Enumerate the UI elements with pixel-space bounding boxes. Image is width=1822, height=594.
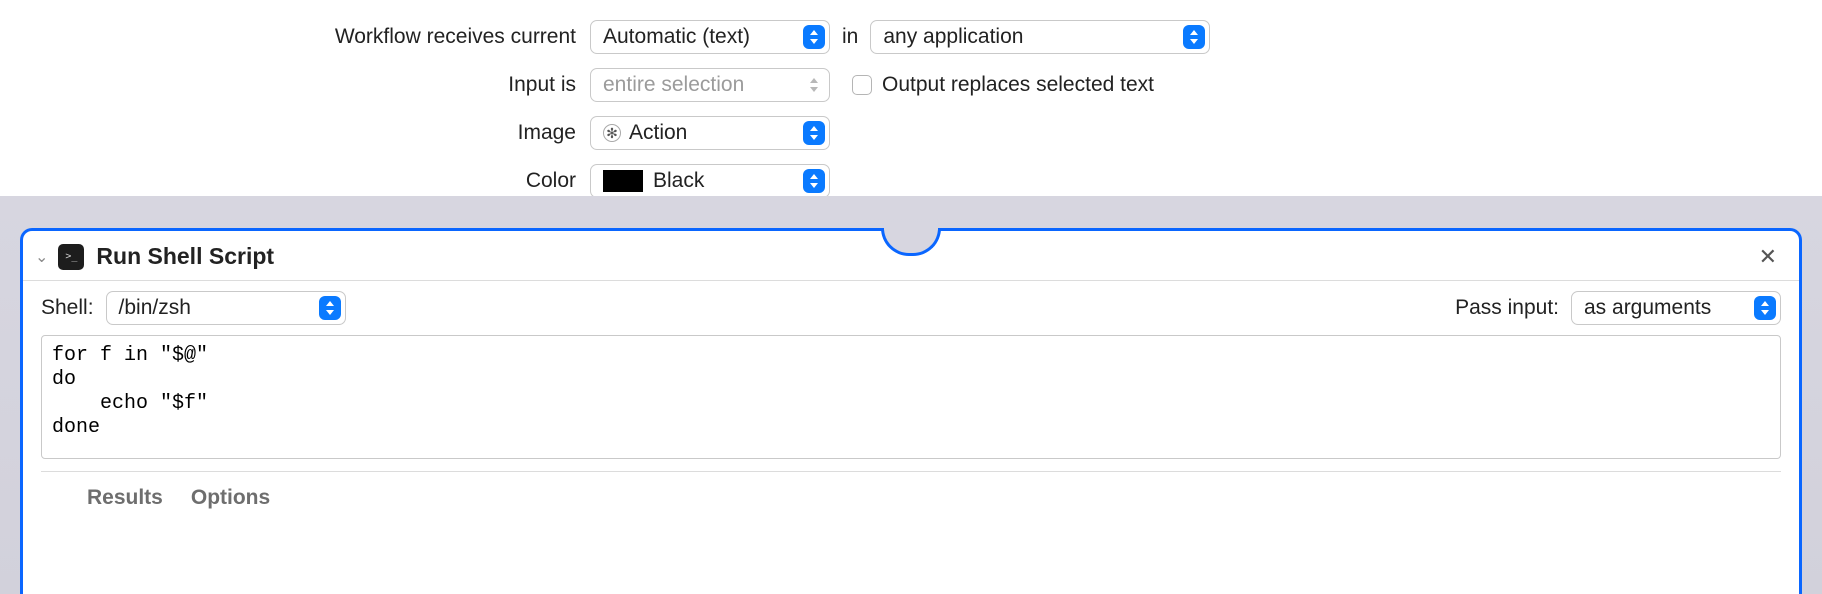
stepper-icon: [803, 73, 825, 97]
row-color: Color Black: [0, 164, 1822, 198]
popup-shell[interactable]: /bin/zsh: [106, 291, 346, 325]
label-in: in: [842, 25, 858, 49]
close-icon[interactable]: ✕: [1753, 244, 1783, 270]
workflow-canvas[interactable]: ⌄ >_ Run Shell Script ✕ Shell: /bin/zsh …: [0, 196, 1822, 594]
action-footer: Results Options: [41, 471, 1781, 510]
color-swatch: [603, 170, 643, 192]
label-color: Color: [0, 169, 590, 193]
stepper-icon: [319, 296, 341, 320]
gear-icon: ✻: [603, 124, 621, 142]
label-shell: Shell:: [41, 296, 94, 320]
row-input-is: Input is entire selection Output replace…: [0, 68, 1822, 102]
popup-application[interactable]: any application: [870, 20, 1210, 54]
stepper-icon: [1183, 25, 1205, 49]
label-image: Image: [0, 121, 590, 145]
workflow-config: Workflow receives current Automatic (tex…: [0, 0, 1822, 198]
terminal-icon: >_: [58, 244, 84, 270]
popup-image[interactable]: ✻ Action: [590, 116, 830, 150]
row-workflow-receives: Workflow receives current Automatic (tex…: [0, 20, 1822, 54]
popup-workflow-receives[interactable]: Automatic (text): [590, 20, 830, 54]
label-output-replaces: Output replaces selected text: [882, 73, 1154, 97]
popup-pass-input[interactable]: as arguments: [1571, 291, 1781, 325]
popup-color-value: Black: [653, 169, 704, 193]
label-input-is: Input is: [0, 73, 590, 97]
popup-pass-input-value: as arguments: [1584, 296, 1711, 320]
action-body: Shell: /bin/zsh Pass input: as arguments…: [23, 281, 1799, 510]
action-title: Run Shell Script: [96, 243, 274, 270]
popup-shell-value: /bin/zsh: [119, 296, 191, 320]
stepper-icon: [1754, 296, 1776, 320]
script-textarea[interactable]: for f in "$@" do echo "$f" done: [41, 335, 1781, 459]
popup-image-value: Action: [629, 121, 687, 145]
stepper-icon: [803, 25, 825, 49]
popup-input-is[interactable]: entire selection: [590, 68, 830, 102]
stepper-icon: [803, 121, 825, 145]
label-workflow-receives: Workflow receives current: [0, 25, 590, 49]
popup-input-is-value: entire selection: [603, 73, 744, 97]
stepper-icon: [803, 169, 825, 193]
popup-workflow-receives-value: Automatic (text): [603, 25, 750, 49]
action-run-shell-script[interactable]: ⌄ >_ Run Shell Script ✕ Shell: /bin/zsh …: [20, 228, 1802, 594]
tab-results[interactable]: Results: [87, 486, 163, 510]
checkbox-output-replaces[interactable]: [852, 75, 872, 95]
popup-color[interactable]: Black: [590, 164, 830, 198]
label-pass-input: Pass input:: [1455, 296, 1559, 320]
popup-application-value: any application: [883, 25, 1023, 49]
row-image: Image ✻ Action: [0, 116, 1822, 150]
row-shell-passinput: Shell: /bin/zsh Pass input: as arguments: [41, 291, 1781, 325]
tab-options[interactable]: Options: [191, 486, 270, 510]
disclosure-triangle[interactable]: ⌄: [35, 247, 48, 267]
